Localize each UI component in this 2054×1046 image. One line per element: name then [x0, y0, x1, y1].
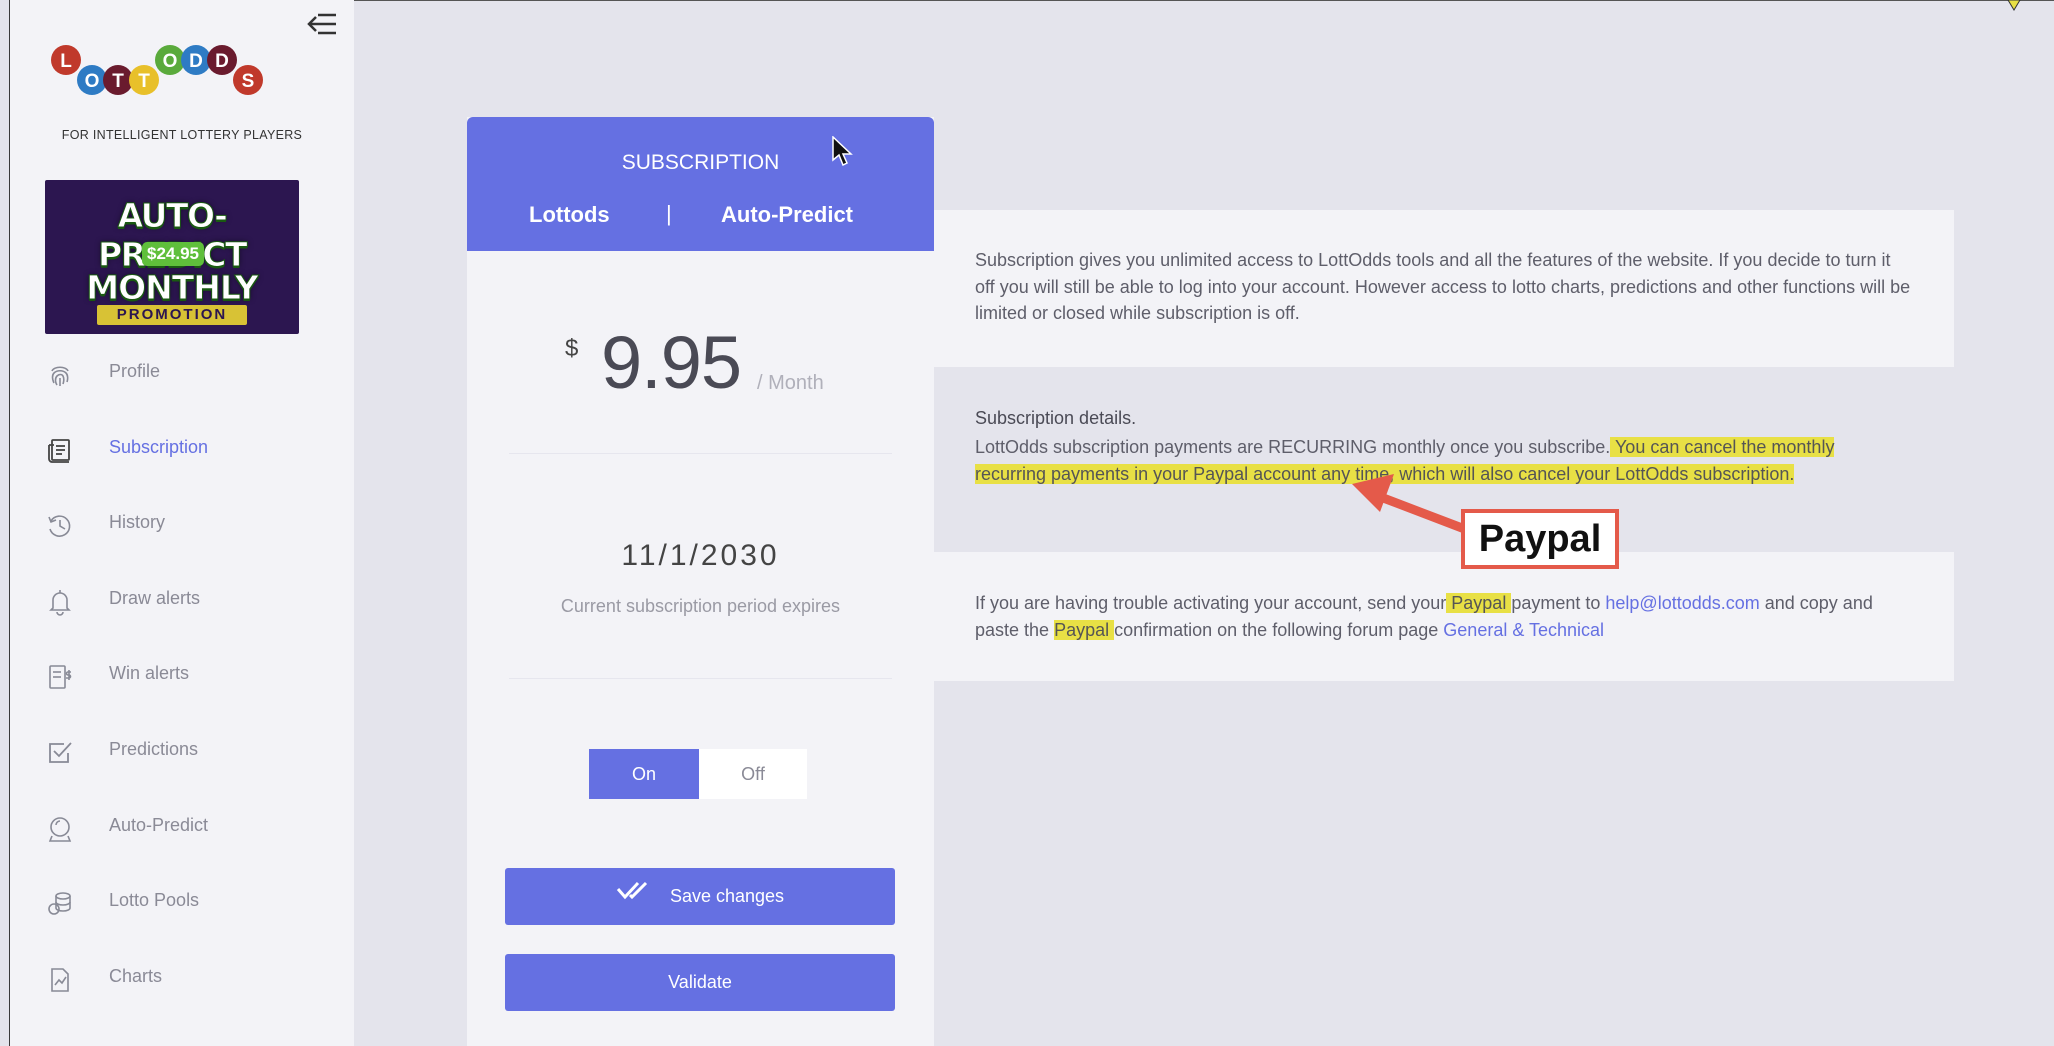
subscription-intro-panel: Subscription gives you unlimited access …: [934, 210, 1954, 367]
logo-ball: T: [103, 65, 133, 95]
svg-text:L: L: [60, 51, 72, 72]
price-value: 9.95: [601, 321, 742, 404]
sidebar-item-charts[interactable]: Charts: [10, 940, 354, 1016]
svg-text:D: D: [189, 51, 203, 72]
svg-text:T: T: [138, 71, 150, 92]
subscription-card: SUBSCRIPTION Lottods | Auto-Predict $ 9.…: [467, 117, 934, 1046]
sidebar-item-label: Profile: [109, 361, 161, 381]
card-header: SUBSCRIPTION Lottods | Auto-Predict: [467, 117, 934, 251]
toggle-off-button[interactable]: Off: [699, 749, 807, 799]
card-title: SUBSCRIPTION: [621, 151, 780, 174]
sidebar-item-label: History: [109, 512, 166, 533]
paypal-highlight: Paypal: [1054, 619, 1115, 640]
annotation-arrow: [1352, 474, 1467, 533]
sidebar-item-label: Subscription: [109, 436, 209, 457]
sidebar-item-draw-alerts[interactable]: Draw alerts: [10, 562, 354, 638]
sidebar-item-predictions[interactable]: Predictions: [10, 713, 354, 789]
sidebar-item-auto-predict[interactable]: Auto-Predict: [10, 789, 354, 865]
details-plain: LottOdds subscription payments are RECUR…: [975, 437, 1611, 457]
trouble-text-part: If you are having trouble activating you…: [975, 593, 1447, 613]
autopredict-promo-banner[interactable]: AUTO-PREDICT $24.95 MONTHLY PROMOTION: [45, 180, 299, 334]
toggle-on-button[interactable]: On: [589, 749, 699, 799]
chart-document-icon: [46, 966, 74, 994]
svg-text:T: T: [112, 71, 124, 92]
window-resize-handle-icon[interactable]: [2006, 0, 2022, 12]
fingerprint-icon: [46, 361, 74, 389]
collapse-sidebar-icon[interactable]: [306, 10, 340, 38]
trouble-text-part: payment to: [1511, 593, 1606, 613]
bell-icon: [46, 588, 74, 616]
sidebar-item-label: Lotto Pools: [109, 890, 200, 911]
svg-text:D: D: [215, 51, 229, 72]
sidebar-item-label: Draw alerts: [109, 587, 201, 608]
forum-link[interactable]: General & Technical: [1443, 620, 1604, 640]
logo-ball: D: [207, 45, 237, 75]
expiry-label: Current subscription period expires: [560, 596, 841, 616]
lottodds-logo[interactable]: LOTTODDS: [46, 38, 316, 104]
currency-symbol: $: [565, 335, 579, 362]
price-period: / Month: [757, 372, 824, 394]
logo-ball: L: [51, 45, 81, 75]
mouse-cursor-icon: [832, 136, 853, 167]
tagline: FOR INTELLIGENT LOTTERY PLAYERS: [61, 128, 303, 142]
history-icon: [46, 512, 74, 540]
trouble-text: If you are having trouble activating you…: [975, 590, 1915, 643]
paypal-highlight: Paypal: [1446, 593, 1512, 613]
svg-text:O: O: [163, 51, 178, 72]
expiry-date: 11/1/2030: [621, 539, 780, 572]
sidebar-item-label: Charts: [109, 965, 163, 986]
promo-price: $24.95: [142, 242, 204, 266]
svg-text:S: S: [242, 71, 255, 92]
logo-ball: O: [77, 65, 107, 95]
sidebar-item-subscription[interactable]: Subscription: [10, 411, 354, 487]
promo-monthly: MONTHLY: [86, 268, 259, 308]
crystal-ball-icon: [46, 815, 74, 843]
trouble-text-part: confirmation on the following forum page: [1114, 619, 1444, 640]
intro-text: Subscription gives you unlimited access …: [975, 250, 1911, 323]
sidebar-nav: Profile Subscription History Draw alerts…: [10, 335, 354, 1015]
save-changes-button[interactable]: Save changes: [505, 868, 895, 925]
sidebar-item-label: Auto-Predict: [109, 814, 209, 835]
receipt-icon: [46, 437, 74, 465]
tab-auto-predict[interactable]: Auto-Predict: [721, 202, 853, 228]
checkbox-icon: [46, 739, 74, 767]
subscription-toggle: On Off: [589, 749, 807, 799]
logo-ball: O: [155, 45, 185, 75]
divider: [509, 453, 892, 454]
sidebar-item-label: Win alerts: [109, 663, 190, 684]
tab-separator: |: [666, 201, 672, 226]
sidebar: LOTTODDS FOR INTELLIGENT LOTTERY PLAYERS…: [10, 0, 354, 1046]
logo-ball: S: [233, 65, 263, 95]
sidebar-item-profile[interactable]: Profile: [10, 335, 354, 411]
dollar-document-icon: [46, 663, 74, 691]
logo-ball: T: [129, 65, 159, 95]
divider: [509, 678, 892, 679]
sidebar-item-lotto-pools[interactable]: Lotto Pools: [10, 864, 354, 940]
window-border-top: [354, 0, 2054, 1]
trouble-panel: If you are having trouble activating you…: [934, 552, 1954, 681]
sidebar-item-history[interactable]: History: [10, 486, 354, 562]
paypal-annotation-label: Paypal: [1461, 509, 1619, 569]
svg-text:O: O: [85, 71, 100, 92]
sidebar-item-win-alerts[interactable]: Win alerts: [10, 637, 354, 713]
logo-ball: D: [181, 45, 211, 75]
tab-lottods[interactable]: Lottods: [529, 202, 610, 228]
support-email-link[interactable]: help@lottodds.com: [1605, 593, 1759, 613]
details-heading: Subscription details.: [975, 408, 1137, 428]
coins-icon: [46, 890, 74, 918]
save-changes-label: Save changes: [669, 886, 785, 906]
sidebar-item-label: Predictions: [109, 738, 199, 759]
promo-label: PROMOTION: [97, 305, 247, 325]
double-check-icon: [616, 867, 648, 924]
validate-button[interactable]: Validate: [505, 954, 895, 1011]
